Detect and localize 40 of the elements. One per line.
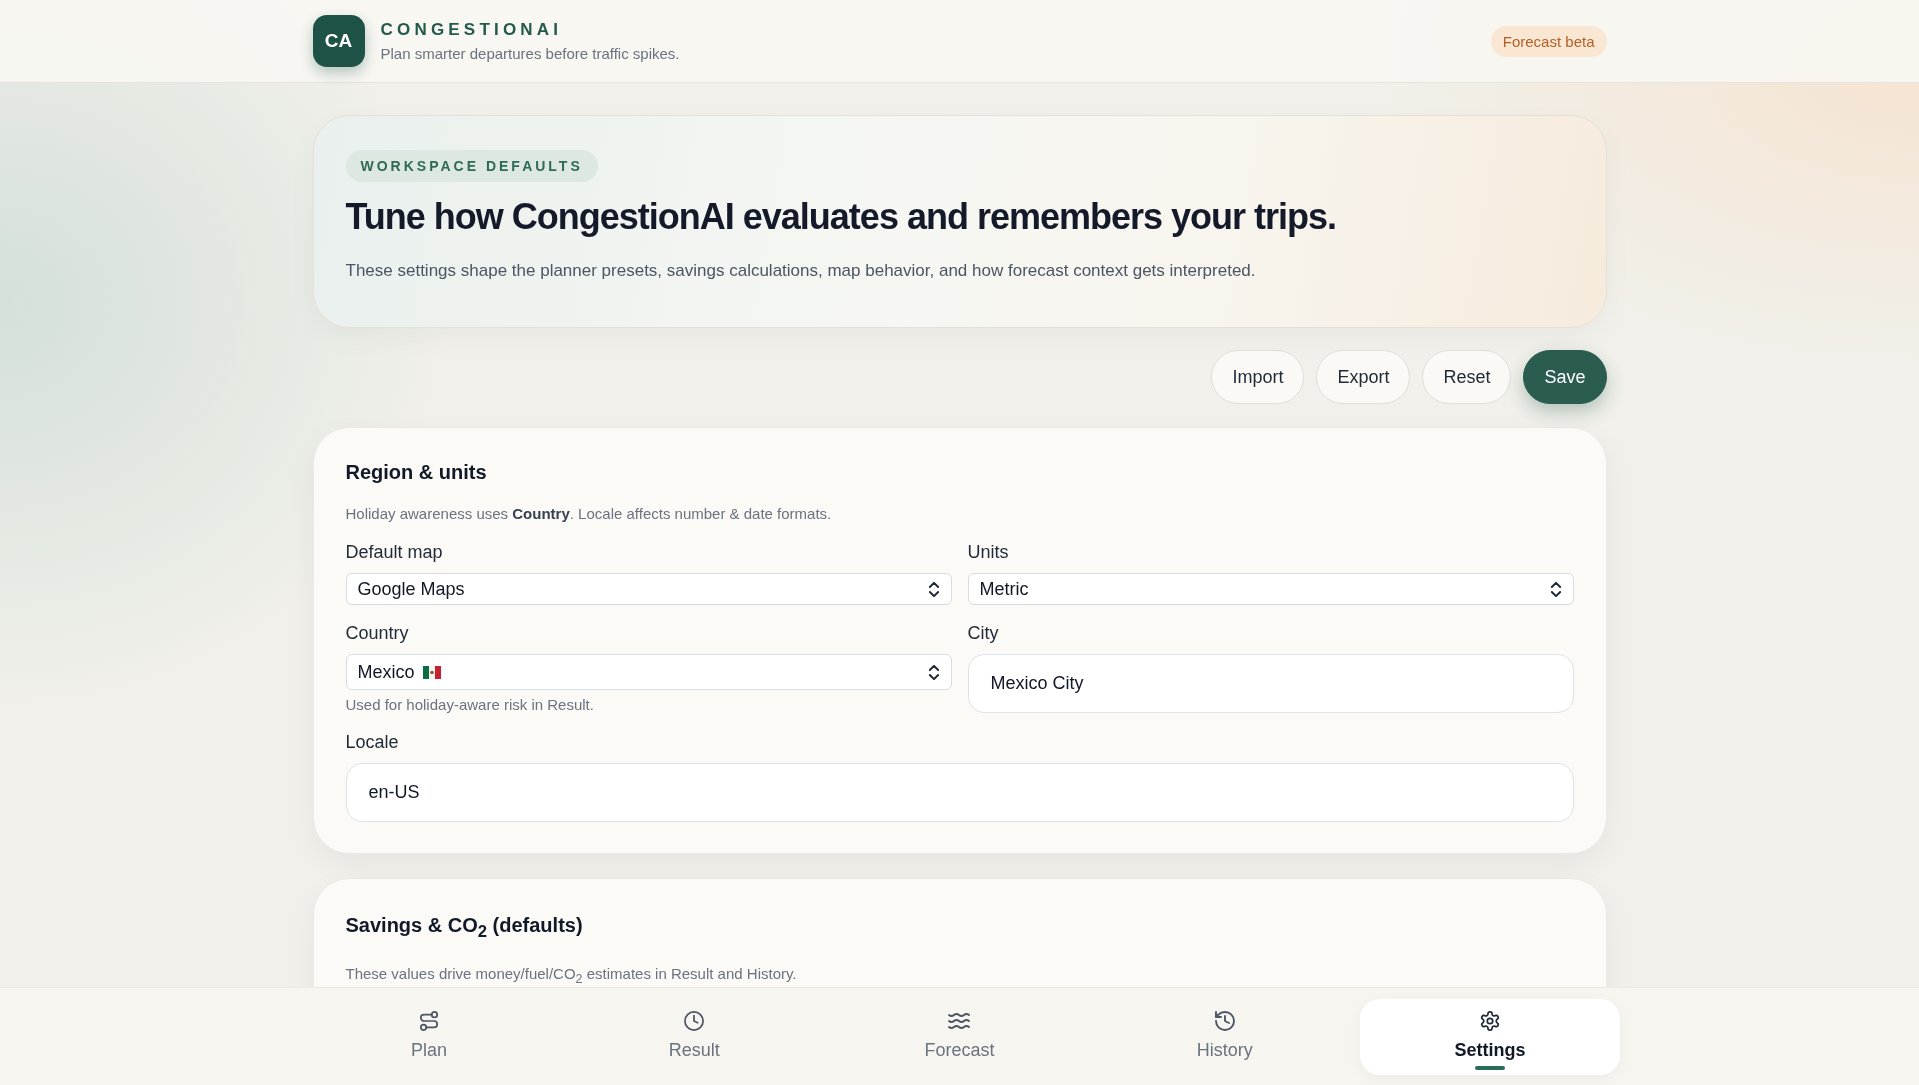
primary-button[interactable]: Save <box>1523 350 1607 405</box>
clock-icon <box>684 1011 705 1031</box>
section-title: Savings & CO$_{2}$ (defaults) <box>345 913 584 944</box>
updown-chevron-icon <box>1550 581 1561 597</box>
nav-tab[interactable]: Plan <box>299 999 559 1075</box>
selected-indicator <box>1474 1066 1505 1070</box>
brand-name: CONGESTIONAI <box>380 19 564 40</box>
tagline: Plan smarter departures before traffic spikes. <box>380 44 680 63</box>
outline-button[interactable]: Export <box>1316 350 1411 405</box>
outline-button[interactable]: Reset <box>1422 350 1512 405</box>
section-hint: Holiday awareness uses Country. Locale affects number & date formats. <box>345 504 833 525</box>
section-hint: These values drive money/fuel/CO$_{2}$ estimates in Result and History. <box>345 964 798 989</box>
eyebrow-badge: WORKSPACE DEFAULTS <box>345 150 598 182</box>
nav-tab[interactable]: Settings <box>1360 999 1620 1075</box>
app-logo: CA <box>312 15 365 67</box>
field-label: Country <box>345 622 410 645</box>
field-label: Locale <box>345 731 400 754</box>
field-label: City <box>967 622 1000 645</box>
beta-badge: Forecast beta <box>1490 25 1607 57</box>
section-title: Region & units <box>345 460 488 485</box>
field-label: Default map <box>345 541 444 564</box>
nav-tab[interactable]: Result <box>564 999 824 1075</box>
history-icon <box>1214 1011 1235 1031</box>
outline-button[interactable]: Import <box>1211 350 1305 405</box>
select-field[interactable]: Metric <box>967 573 1574 606</box>
field-label: Units <box>967 541 1010 564</box>
route-icon <box>419 1011 440 1031</box>
updown-chevron-icon <box>928 581 939 597</box>
settings-icon <box>1479 1011 1500 1031</box>
nav-tab[interactable]: Forecast <box>829 999 1090 1075</box>
page-heading: Tune how CongestionAI evaluates and remembers your trips. <box>345 196 1338 238</box>
page-description: These settings shape the planner presets, savings calculations, map behavior, and how forecast context gets interpreted. <box>345 260 1257 283</box>
text-input[interactable]: en-US <box>345 763 1574 823</box>
text-input[interactable]: Mexico City <box>967 654 1574 714</box>
select-field[interactable]: Google Maps <box>345 573 952 606</box>
updown-chevron-icon <box>928 664 939 680</box>
nav-tab[interactable]: History <box>1095 999 1355 1075</box>
waves-icon <box>948 1013 971 1029</box>
select-field[interactable]: Mexico <box>345 654 952 691</box>
help-text: Used for holiday-aware risk in Result. <box>345 696 595 715</box>
